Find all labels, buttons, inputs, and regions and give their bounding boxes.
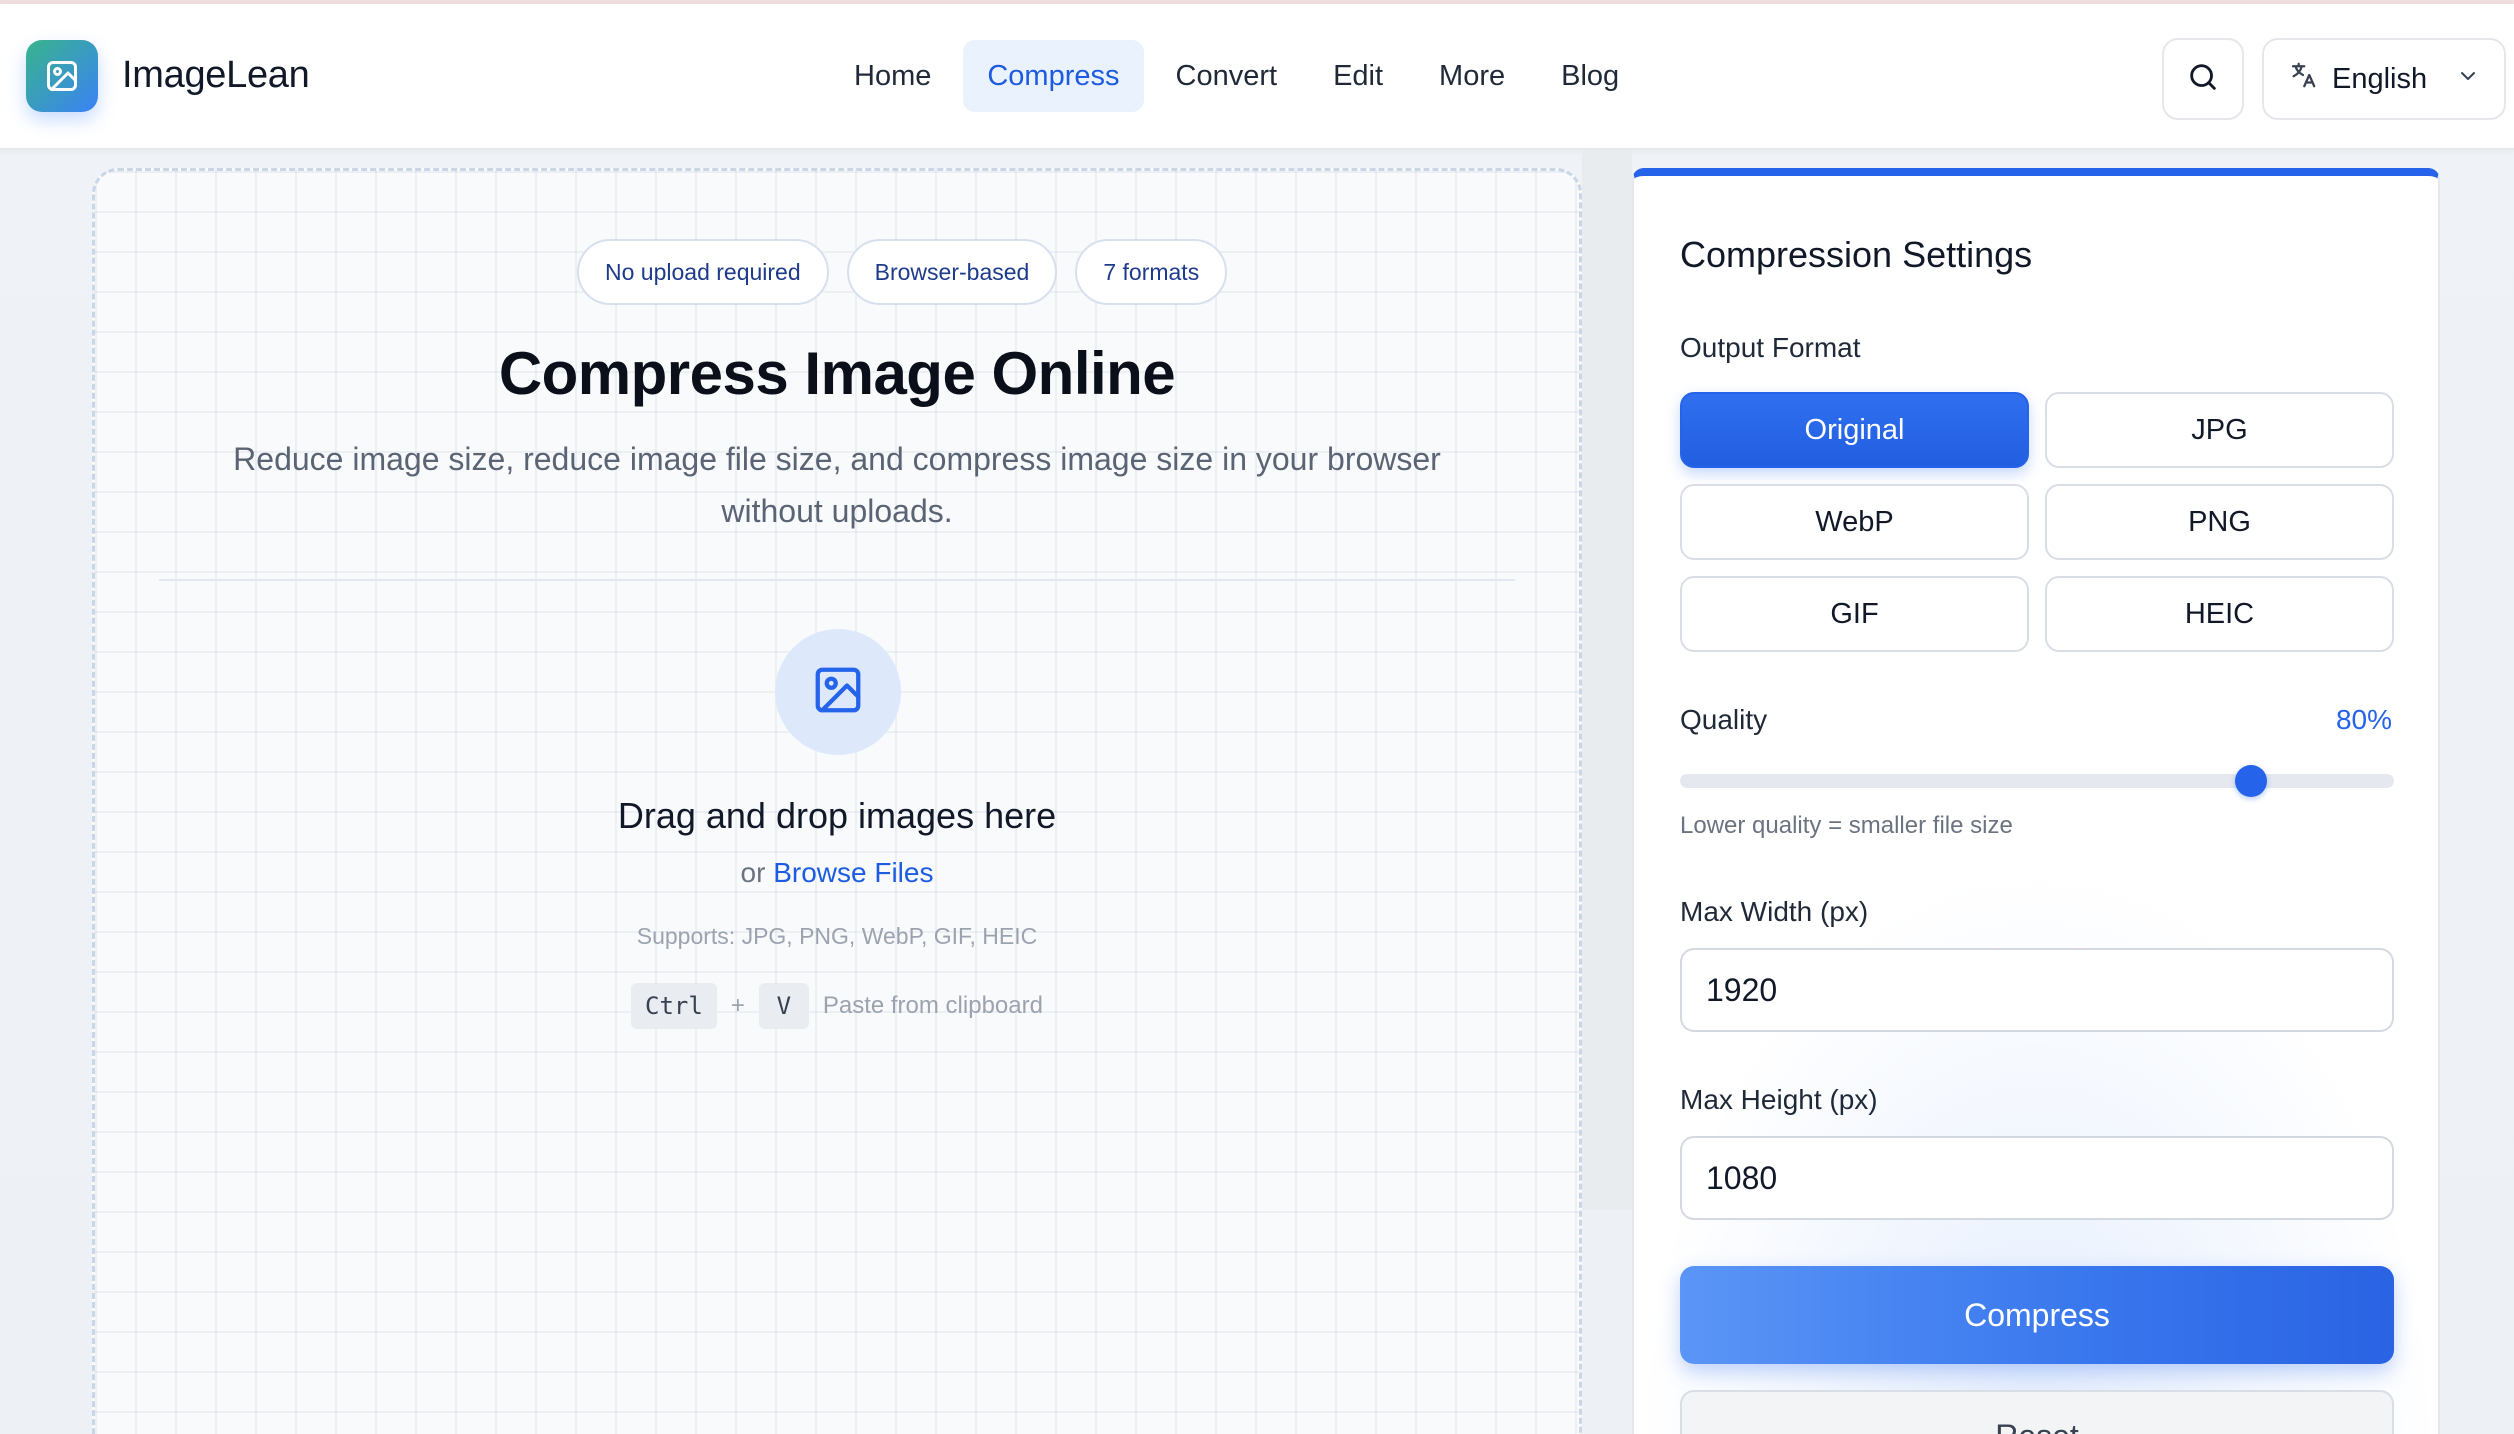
nav-home[interactable]: Home xyxy=(830,40,955,112)
drop-title: Drag and drop images here xyxy=(617,795,1057,836)
search-button[interactable] xyxy=(2162,38,2244,120)
image-icon xyxy=(811,663,865,722)
kbd-v: V xyxy=(758,983,809,1029)
browse-files-link[interactable]: Browse Files xyxy=(773,857,933,888)
max-height-input[interactable] xyxy=(1680,1136,2394,1220)
max-width-label: Max Width (px) xyxy=(1680,896,1869,927)
page-subtitle: Reduce image size, reduce image file siz… xyxy=(233,441,1441,529)
format-webp-button[interactable]: WebP xyxy=(1680,484,2029,560)
page: ImageLean Home Compress Convert Edit Mor… xyxy=(0,0,2514,1434)
search-icon xyxy=(2186,60,2220,99)
language-selector[interactable]: English xyxy=(2262,38,2506,120)
compression-settings-panel: Compression Settings Output Format Origi… xyxy=(1632,168,2440,1434)
supported-formats: Supports: JPG, PNG, WebP, GIF, HEIC xyxy=(636,923,1038,949)
divider xyxy=(159,579,1515,581)
format-jpg-button[interactable]: JPG xyxy=(2045,392,2394,468)
reset-button[interactable]: Reset xyxy=(1680,1390,2394,1434)
browse-line: or Browse Files xyxy=(95,857,1579,889)
pill-no-upload: No upload required xyxy=(577,239,829,305)
nav-edit[interactable]: Edit xyxy=(1309,40,1407,112)
kbd-plus: + xyxy=(730,992,745,1019)
translate-icon xyxy=(2288,60,2318,98)
quality-slider-thumb[interactable] xyxy=(2235,765,2268,797)
nav-compress[interactable]: Compress xyxy=(963,40,1144,112)
paste-shortcut: Ctrl + V Paste from clipboard xyxy=(95,983,1579,1029)
main-nav: Home Compress Convert Edit More Blog xyxy=(830,40,1643,112)
upload-image-button[interactable] xyxy=(775,629,901,755)
or-text: or xyxy=(740,857,766,888)
page-title: Compress Image Online xyxy=(498,340,1176,407)
nav-more[interactable]: More xyxy=(1415,40,1529,112)
quality-label: Quality xyxy=(1680,704,1768,735)
output-format-label: Output Format xyxy=(1680,332,1861,363)
chevron-down-icon xyxy=(2456,63,2480,96)
logo-icon[interactable] xyxy=(26,40,98,112)
paste-hint: Paste from clipboard xyxy=(822,992,1043,1019)
nav-convert[interactable]: Convert xyxy=(1152,40,1302,112)
pill-formats: 7 formats xyxy=(1075,239,1228,305)
language-label: English xyxy=(2332,62,2428,95)
pill-browser-based: Browser-based xyxy=(846,239,1058,305)
quality-value: 80% xyxy=(2335,704,2392,735)
format-heic-button[interactable]: HEIC xyxy=(2045,576,2394,652)
quality-slider[interactable] xyxy=(1680,765,2394,797)
nav-blog[interactable]: Blog xyxy=(1537,40,1643,112)
max-height-label: Max Height (px) xyxy=(1680,1084,1878,1115)
background-strip xyxy=(1582,150,1632,1210)
feature-pills: No upload required Browser-based 7 forma… xyxy=(577,239,1228,305)
quality-hint: Lower quality = smaller file size xyxy=(1680,812,2013,839)
brand-name[interactable]: ImageLean xyxy=(122,54,310,97)
settings-title: Compression Settings xyxy=(1680,234,2033,275)
upload-dropzone[interactable]: No upload required Browser-based 7 forma… xyxy=(92,168,1582,1434)
format-options: Original JPG WebP PNG GIF HEIC xyxy=(1680,392,2394,652)
compress-button[interactable]: Compress xyxy=(1680,1266,2394,1364)
header: ImageLean Home Compress Convert Edit Mor… xyxy=(0,4,2514,150)
format-original-button[interactable]: Original xyxy=(1680,392,2029,468)
max-width-input[interactable] xyxy=(1680,948,2394,1032)
kbd-ctrl: Ctrl xyxy=(631,983,717,1029)
format-gif-button[interactable]: GIF xyxy=(1680,576,2029,652)
format-png-button[interactable]: PNG xyxy=(2045,484,2394,560)
